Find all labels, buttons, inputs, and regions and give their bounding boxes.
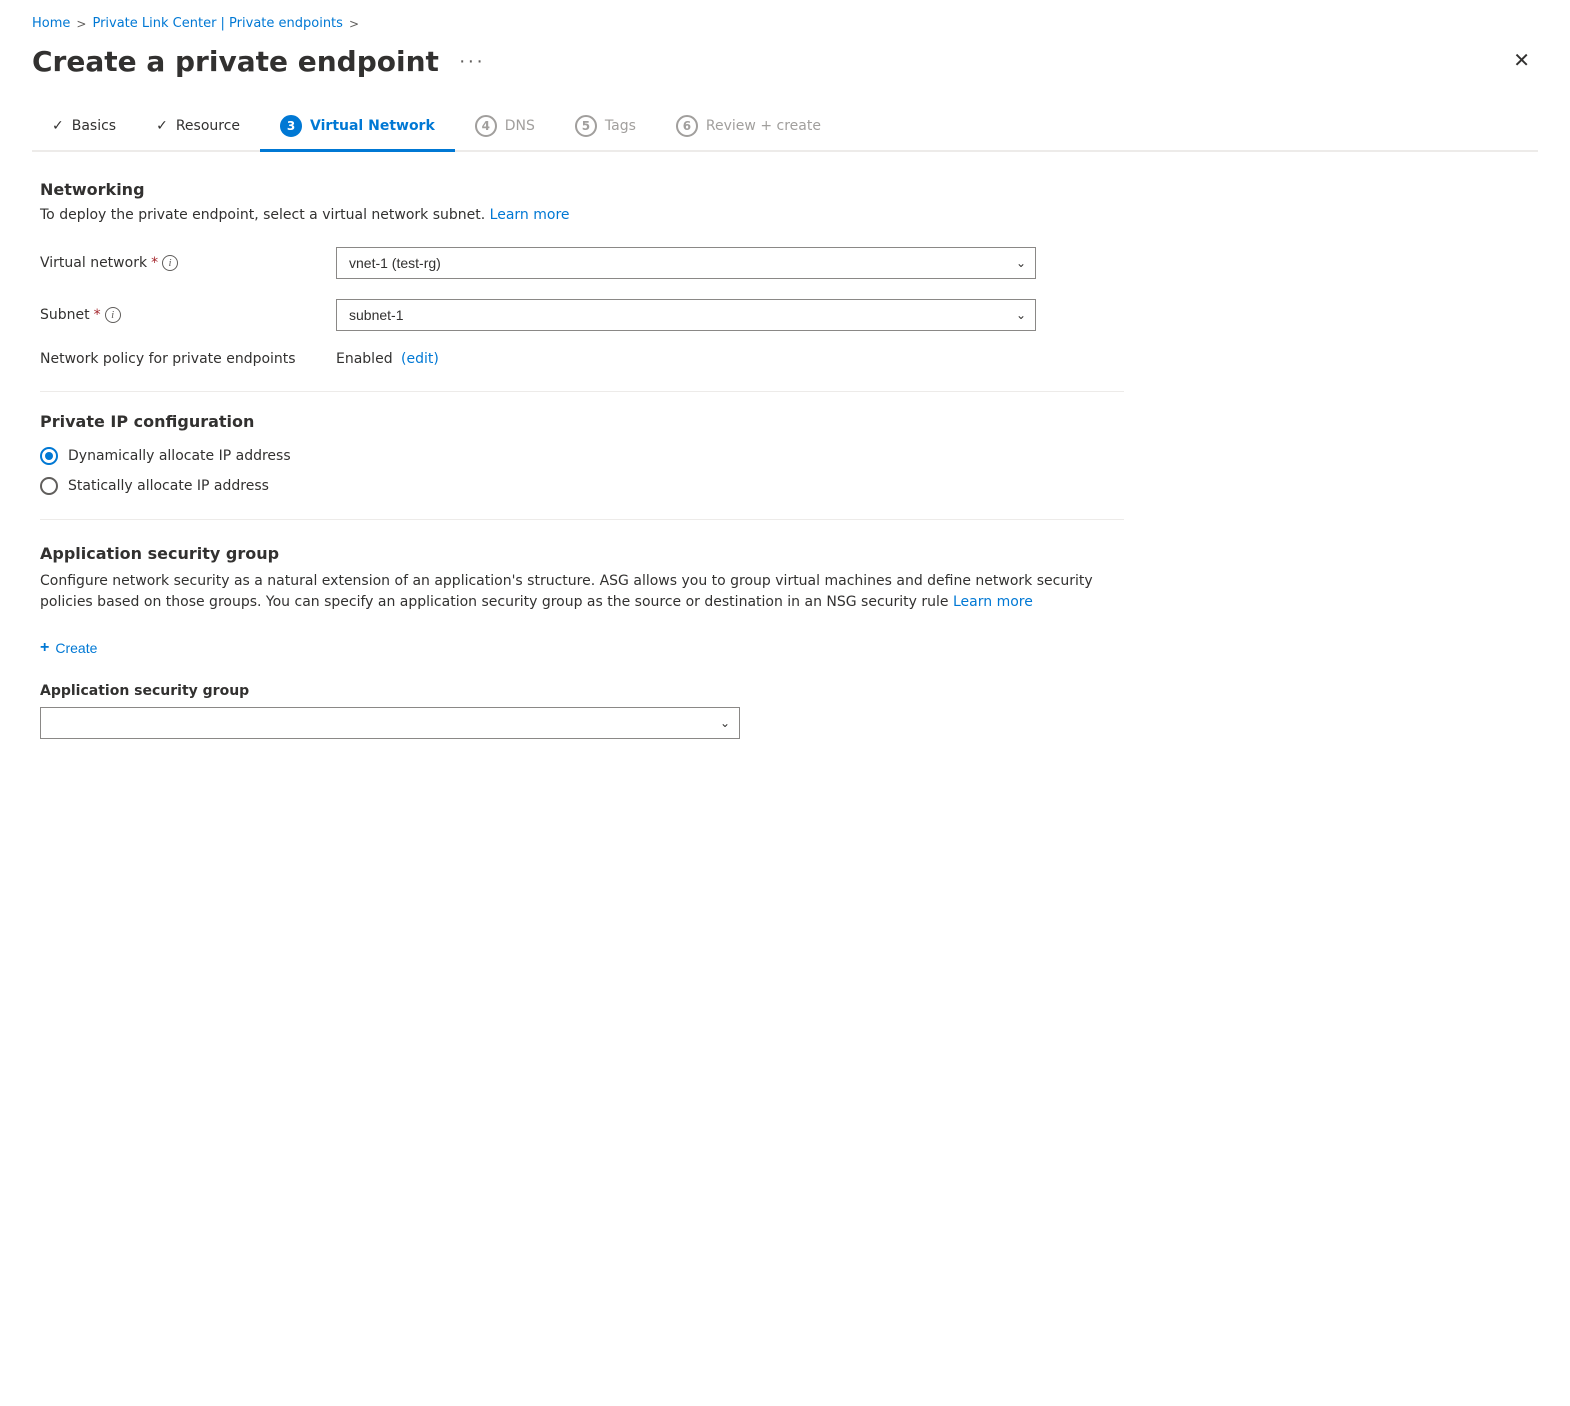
plus-icon: + xyxy=(40,639,49,657)
tab-resource[interactable]: ✓ Resource xyxy=(136,106,260,149)
tab-review-create-label: Review + create xyxy=(706,118,821,134)
page-title: Create a private endpoint xyxy=(32,45,439,78)
radio-dynamic-label: Dynamically allocate IP address xyxy=(68,448,291,464)
asg-title: Application security group xyxy=(40,544,1124,563)
virtual-network-label-text: Virtual network xyxy=(40,255,147,271)
radio-dynamic[interactable]: Dynamically allocate IP address xyxy=(40,447,1124,465)
network-policy-value: Enabled (edit) xyxy=(336,351,439,367)
tab-review-create[interactable]: 6 Review + create xyxy=(656,103,841,152)
breadcrumb-home[interactable]: Home xyxy=(32,16,70,31)
radio-dynamic-input[interactable] xyxy=(40,447,58,465)
network-policy-text: Enabled xyxy=(336,351,393,367)
asg-description: Configure network security as a natural … xyxy=(40,571,1124,613)
breadcrumb-sep1: > xyxy=(76,17,86,31)
virtual-network-select[interactable]: vnet-1 (test-rg) xyxy=(336,247,1036,279)
network-policy-edit-link[interactable]: (edit) xyxy=(401,351,439,367)
breadcrumb-private-link[interactable]: Private Link Center | Private endpoints xyxy=(92,16,342,31)
tab-tags-label: Tags xyxy=(605,118,636,134)
page-title-area: Create a private endpoint ··· xyxy=(32,45,493,78)
networking-description: To deploy the private endpoint, select a… xyxy=(40,207,1124,223)
asg-desc-text: Configure network security as a natural … xyxy=(40,573,1093,610)
more-options-button[interactable]: ··· xyxy=(451,46,493,77)
radio-static[interactable]: Statically allocate IP address xyxy=(40,477,1124,495)
checkmark-icon-resource: ✓ xyxy=(156,118,168,134)
section-divider-1 xyxy=(40,391,1124,392)
asg-field-label: Application security group xyxy=(40,683,1124,699)
breadcrumb-sep2: > xyxy=(349,17,359,31)
virtual-network-info-icon[interactable]: i xyxy=(162,255,178,271)
tab-basics-label: Basics xyxy=(72,118,116,134)
networking-section: Networking To deploy the private endpoin… xyxy=(40,180,1124,223)
tab-step-4: 4 xyxy=(475,115,497,137)
radio-static-label: Statically allocate IP address xyxy=(68,478,269,494)
radio-static-input[interactable] xyxy=(40,477,58,495)
networking-learn-more-link[interactable]: Learn more xyxy=(490,207,570,223)
page-header: Create a private endpoint ··· ✕ xyxy=(32,43,1538,79)
tab-step-3: 3 xyxy=(280,115,302,137)
subnet-row: Subnet * i subnet-1 ⌄ xyxy=(40,299,1124,331)
tab-virtual-network[interactable]: 3 Virtual Network xyxy=(260,103,455,152)
tab-step-6: 6 xyxy=(676,115,698,137)
checkmark-icon: ✓ xyxy=(52,118,64,134)
tab-dns[interactable]: 4 DNS xyxy=(455,103,555,152)
subnet-label: Subnet * i xyxy=(40,307,320,323)
ip-config-title: Private IP configuration xyxy=(40,412,1124,431)
tab-dns-label: DNS xyxy=(505,118,535,134)
close-button[interactable]: ✕ xyxy=(1505,43,1538,79)
breadcrumb: Home > Private Link Center | Private end… xyxy=(32,16,1538,31)
networking-desc-text: To deploy the private endpoint, select a… xyxy=(40,207,485,223)
ip-config-radio-group: Dynamically allocate IP address Statical… xyxy=(40,447,1124,495)
asg-learn-more-link[interactable]: Learn more xyxy=(953,594,1033,610)
asg-create-button[interactable]: + Create xyxy=(40,633,97,663)
asg-select[interactable] xyxy=(40,707,740,739)
tab-virtual-network-label: Virtual Network xyxy=(310,118,435,134)
subnet-info-icon[interactable]: i xyxy=(105,307,121,323)
tab-resource-label: Resource xyxy=(176,118,240,134)
asg-section: Application security group Configure net… xyxy=(40,544,1124,739)
virtual-network-row: Virtual network * i vnet-1 (test-rg) ⌄ xyxy=(40,247,1124,279)
content-area: Networking To deploy the private endpoin… xyxy=(32,180,1132,739)
virtual-network-required: * xyxy=(151,255,158,271)
networking-title: Networking xyxy=(40,180,1124,199)
section-divider-2 xyxy=(40,519,1124,520)
asg-create-label: Create xyxy=(55,640,97,656)
subnet-label-text: Subnet xyxy=(40,307,90,323)
subnet-required: * xyxy=(94,307,101,323)
virtual-network-label: Virtual network * i xyxy=(40,255,320,271)
subnet-select[interactable]: subnet-1 xyxy=(336,299,1036,331)
network-policy-row: Network policy for private endpoints Ena… xyxy=(40,351,1124,367)
asg-select-container: ⌄ xyxy=(40,707,740,739)
ip-config-section: Private IP configuration Dynamically all… xyxy=(40,412,1124,495)
network-policy-label: Network policy for private endpoints xyxy=(40,351,320,367)
tab-step-5: 5 xyxy=(575,115,597,137)
wizard-tabs: ✓ Basics ✓ Resource 3 Virtual Network 4 … xyxy=(32,103,1538,152)
tab-basics[interactable]: ✓ Basics xyxy=(32,106,136,149)
virtual-network-control: vnet-1 (test-rg) ⌄ xyxy=(336,247,1036,279)
tab-tags[interactable]: 5 Tags xyxy=(555,103,656,152)
subnet-control: subnet-1 ⌄ xyxy=(336,299,1036,331)
